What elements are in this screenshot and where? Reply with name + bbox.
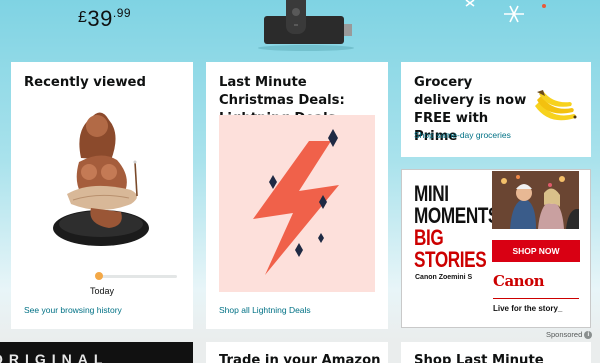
price-currency: £ (78, 9, 88, 26)
trade-in-card: Trade in your Amazon (206, 342, 388, 363)
card-title: Shop Last Minute (414, 353, 544, 363)
info-icon[interactable]: i (584, 330, 593, 339)
original-banner-text: ORIGINAL (0, 351, 109, 363)
lightning-deals-card: Last Minute Christmas Deals: Lightning D… (206, 62, 388, 329)
ad-tagline: Live for the story_ (493, 304, 563, 313)
original-banner[interactable]: ORIGINAL (0, 342, 193, 363)
history-progress-marker[interactable] (95, 272, 103, 280)
fire-tv-stick-image[interactable] (256, 0, 356, 52)
ad-product-name: Canon Zoemini S (415, 274, 473, 281)
price-whole: 39 (87, 6, 113, 31)
card-title: Trade in your Amazon (219, 353, 381, 363)
recently-viewed-card: Recently viewed Today See your browsing … (11, 62, 193, 329)
lightning-deals-tile[interactable] (219, 115, 375, 292)
price-fraction: .99 (112, 6, 132, 20)
shop-now-button[interactable]: SHOP NOW (492, 240, 580, 262)
lightning-bolt-icon (253, 129, 339, 275)
groceries-link[interactable]: Shop same-day groceries (414, 130, 511, 140)
card-title: Recently viewed (24, 75, 146, 90)
ad-headline-line: BIG (414, 225, 444, 250)
ad-headline-line: STORIES (414, 247, 487, 272)
canon-logo: Canon (493, 272, 544, 290)
lightning-deals-link[interactable]: Shop all Lightning Deals (219, 305, 311, 315)
ad-divider (493, 298, 579, 299)
recently-viewed-product-image[interactable] (51, 100, 159, 260)
canon-ad-card[interactable]: MINI MOMENTS, BIG STORIES Canon Zoemini … (401, 169, 591, 328)
sponsored-text: Sponsored (546, 330, 583, 339)
hero-price: £39.99 (78, 6, 131, 32)
sponsored-label[interactable]: Sponsored i (546, 330, 593, 339)
ad-photo-image[interactable] (492, 171, 579, 229)
browsing-history-link[interactable]: See your browsing history (24, 305, 122, 315)
shop-last-minute-card: Shop Last Minute (401, 342, 591, 363)
history-progress-track (97, 275, 177, 278)
snowflake-decoration-icon (465, 0, 546, 23)
ad-headline-line: MINI (414, 181, 449, 206)
ad-headline-line: MOMENTS, (414, 203, 504, 228)
grocery-delivery-card: Grocery delivery is now FREE with Prime … (401, 62, 591, 157)
progress-label: Today (89, 286, 115, 296)
bananas-image[interactable] (531, 88, 581, 128)
